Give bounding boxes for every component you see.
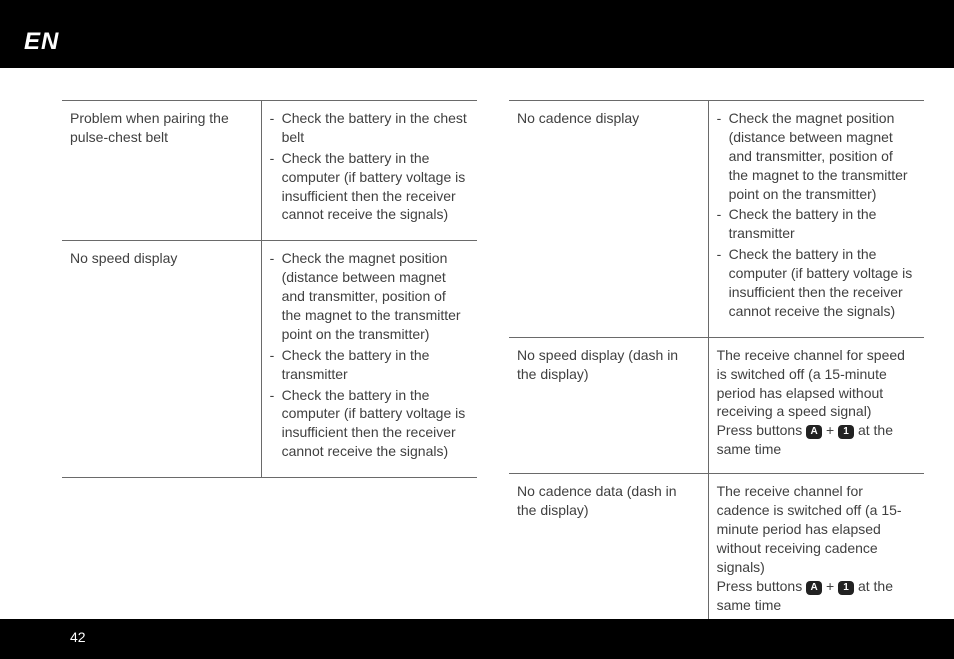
- problem-cell: No cadence data (dash in the display): [509, 474, 708, 629]
- solution-text: The receive channel for speed is switche…: [717, 346, 916, 422]
- press-buttons-line: Press buttons A + 1 at the same time: [717, 577, 916, 615]
- press-buttons-line: Press buttons A + 1 at the same time: [717, 421, 916, 459]
- problem-cell: No speed display: [62, 241, 261, 478]
- button-1-icon: 1: [838, 581, 854, 595]
- button-1-icon: 1: [838, 425, 854, 439]
- solution-item: Check the battery in the computer (if ba…: [270, 149, 469, 225]
- solution-cell: The receive channel for speed is switche…: [708, 337, 924, 473]
- solution-item: Check the battery in the chest belt: [270, 109, 469, 147]
- plus-text: +: [822, 578, 838, 594]
- solution-cell: Check the magnet position (distance betw…: [708, 101, 924, 338]
- press-label: Press buttons: [717, 578, 807, 594]
- solution-cell: Check the battery in the chest belt Chec…: [261, 101, 477, 241]
- solution-item: Check the battery in the computer (if ba…: [717, 245, 916, 321]
- solution-item: Check the magnet position (distance betw…: [717, 109, 916, 203]
- problem-cell: No speed display (dash in the display): [509, 337, 708, 473]
- troubleshoot-table-right: No cadence display Check the magnet posi…: [509, 100, 924, 630]
- problem-cell: Problem when pairing the pulse-chest bel…: [62, 101, 261, 241]
- footer-band: 42: [0, 619, 954, 659]
- table-row: No speed display Check the magnet positi…: [62, 241, 477, 478]
- troubleshoot-table-left: Problem when pairing the pulse-chest bel…: [62, 100, 477, 478]
- content-area: Problem when pairing the pulse-chest bel…: [62, 100, 924, 599]
- button-a-icon: A: [806, 425, 822, 439]
- solution-item: Check the battery in the transmitter: [717, 205, 916, 243]
- header-band: EN: [0, 0, 954, 68]
- problem-cell: No cadence display: [509, 101, 708, 338]
- solution-item: Check the battery in the transmitter: [270, 346, 469, 384]
- right-column: No cadence display Check the magnet posi…: [509, 100, 924, 599]
- solution-cell: The receive channel for cadence is switc…: [708, 474, 924, 629]
- table-row: No cadence display Check the magnet posi…: [509, 101, 924, 338]
- solution-cell: Check the magnet position (distance betw…: [261, 241, 477, 478]
- plus-text: +: [822, 422, 838, 438]
- solution-item: Check the battery in the computer (if ba…: [270, 386, 469, 462]
- solution-item: Check the magnet position (distance betw…: [270, 249, 469, 343]
- table-row: Problem when pairing the pulse-chest bel…: [62, 101, 477, 241]
- page-number: 42: [70, 629, 86, 645]
- language-code: EN: [24, 28, 59, 56]
- solution-text: The receive channel for cadence is switc…: [717, 482, 916, 576]
- press-label: Press buttons: [717, 422, 807, 438]
- table-row: No speed display (dash in the display) T…: [509, 337, 924, 473]
- left-column: Problem when pairing the pulse-chest bel…: [62, 100, 477, 599]
- button-a-icon: A: [806, 581, 822, 595]
- table-row: No cadence data (dash in the display) Th…: [509, 474, 924, 629]
